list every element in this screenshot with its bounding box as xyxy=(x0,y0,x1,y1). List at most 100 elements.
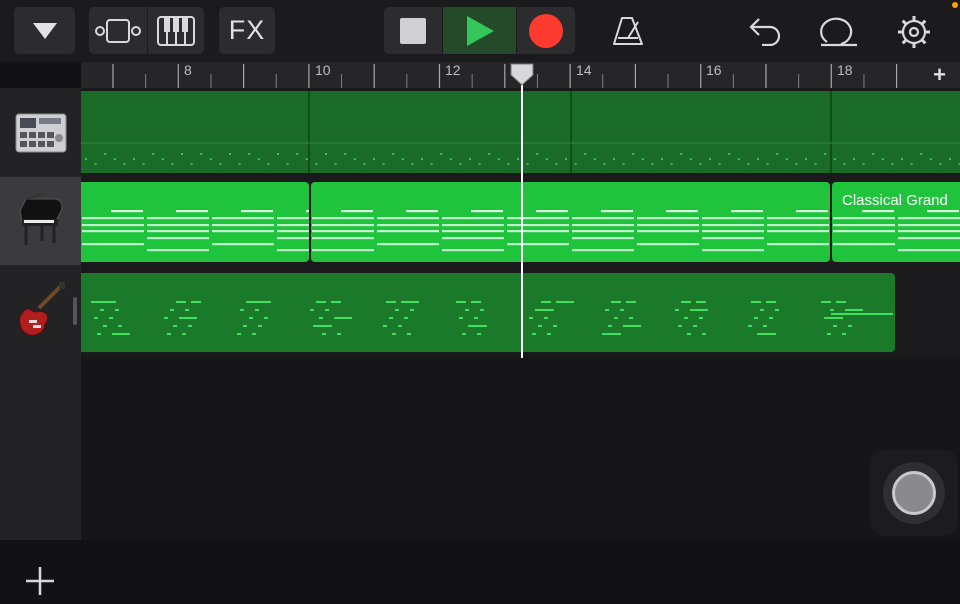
guitar-note xyxy=(386,301,396,303)
piano-note xyxy=(82,230,144,233)
loop-browser-button[interactable] xyxy=(819,14,859,53)
guitar-note xyxy=(337,333,341,335)
guitar-note xyxy=(760,309,764,311)
guitar-note xyxy=(167,333,171,335)
record-icon xyxy=(529,13,563,48)
guitar-note xyxy=(766,301,776,303)
piano-note xyxy=(536,210,568,213)
piano-note xyxy=(147,224,209,227)
piano-note xyxy=(277,217,309,220)
piano-region-classical-grand[interactable]: Classical Grand xyxy=(832,182,960,262)
record-button[interactable] xyxy=(517,7,575,54)
piano-note xyxy=(702,237,764,240)
piano-note xyxy=(898,230,960,233)
track-resize-handle[interactable] xyxy=(73,297,77,325)
drum-hit xyxy=(517,158,519,160)
track-header-guitar[interactable] xyxy=(0,266,81,354)
drum-hit xyxy=(411,163,414,165)
guitar-note xyxy=(836,301,846,303)
undo-button[interactable] xyxy=(748,16,782,51)
guitar-note xyxy=(699,317,703,319)
piano-note xyxy=(833,243,895,246)
stop-button[interactable] xyxy=(384,7,442,54)
guitar-note xyxy=(614,317,618,319)
guitar-note xyxy=(389,317,393,319)
piano-region[interactable] xyxy=(311,182,830,262)
piano-note xyxy=(927,210,959,213)
drum-hit xyxy=(680,153,683,155)
drum-hit xyxy=(344,153,347,155)
guitar-note xyxy=(170,309,174,311)
guitar-note xyxy=(188,325,192,327)
track-header-drums[interactable] xyxy=(0,88,81,176)
drum-hit xyxy=(795,163,798,165)
drum-hit xyxy=(238,163,241,165)
guitar-note xyxy=(112,333,130,335)
piano-note xyxy=(507,224,569,227)
piano-note xyxy=(572,217,634,220)
piano-note xyxy=(147,217,209,220)
guitar-note xyxy=(629,317,633,319)
guitar-note xyxy=(605,309,609,311)
drum-hit xyxy=(651,163,654,165)
drum-hit xyxy=(910,163,913,165)
piano-note xyxy=(862,210,894,213)
fx-label: FX xyxy=(228,15,266,45)
drum-hit xyxy=(603,163,606,165)
keyboard-button[interactable] xyxy=(148,7,204,54)
drum-hit xyxy=(430,163,433,165)
guitar-note xyxy=(459,317,463,319)
play-button[interactable] xyxy=(443,7,516,54)
empty-arrange-area[interactable] xyxy=(81,357,960,540)
drum-hit xyxy=(555,163,558,165)
guitar-note xyxy=(97,333,101,335)
metronome-button[interactable] xyxy=(611,16,645,51)
piano-note xyxy=(898,224,960,227)
guitar-note xyxy=(830,309,834,311)
piano-note xyxy=(377,224,439,227)
drum-hit xyxy=(382,163,385,165)
drum-hit xyxy=(881,158,884,160)
piano-region[interactable] xyxy=(81,182,309,262)
drum-hit xyxy=(929,158,932,160)
add-section-button[interactable]: + xyxy=(919,62,960,88)
play-icon xyxy=(466,15,494,46)
piano-note xyxy=(377,230,439,233)
guitar-region[interactable] xyxy=(81,273,895,352)
guitar-note xyxy=(249,317,253,319)
pad-knob[interactable] xyxy=(892,471,936,515)
piano-note xyxy=(442,217,504,220)
piano-note xyxy=(306,210,309,213)
settings-button[interactable] xyxy=(896,14,932,55)
bar-label: 8 xyxy=(184,62,192,78)
drum-hit xyxy=(805,158,807,160)
piano-note xyxy=(241,210,273,213)
drum-hit xyxy=(152,153,155,155)
drum-hit xyxy=(421,158,423,160)
drum-hit xyxy=(296,153,299,155)
add-track-button[interactable] xyxy=(22,563,58,599)
drum-hit xyxy=(488,153,491,155)
drum-machine-icon xyxy=(15,113,66,153)
tracks-view-button[interactable] xyxy=(89,7,147,54)
playhead-line[interactable] xyxy=(521,64,523,358)
drum-hit xyxy=(363,163,366,165)
tracks-view-icon xyxy=(95,18,141,43)
fx-button[interactable]: FX xyxy=(219,7,275,54)
playhead-handle[interactable] xyxy=(510,63,534,92)
drum-hit xyxy=(593,158,596,160)
view-menu-button[interactable] xyxy=(14,7,75,54)
piano-note xyxy=(637,243,699,246)
drum-hit xyxy=(392,153,395,155)
piano-note xyxy=(572,237,634,240)
guitar-note xyxy=(407,333,411,335)
drum-hit xyxy=(574,163,577,165)
track-header-piano[interactable] xyxy=(0,177,81,265)
guitar-note xyxy=(173,325,177,327)
guitar-note xyxy=(252,333,256,335)
guitar-note xyxy=(772,333,776,335)
piano-note xyxy=(637,224,699,227)
pitch-pad[interactable] xyxy=(870,450,958,536)
drum-hit xyxy=(613,158,615,160)
piano-note xyxy=(601,210,633,213)
